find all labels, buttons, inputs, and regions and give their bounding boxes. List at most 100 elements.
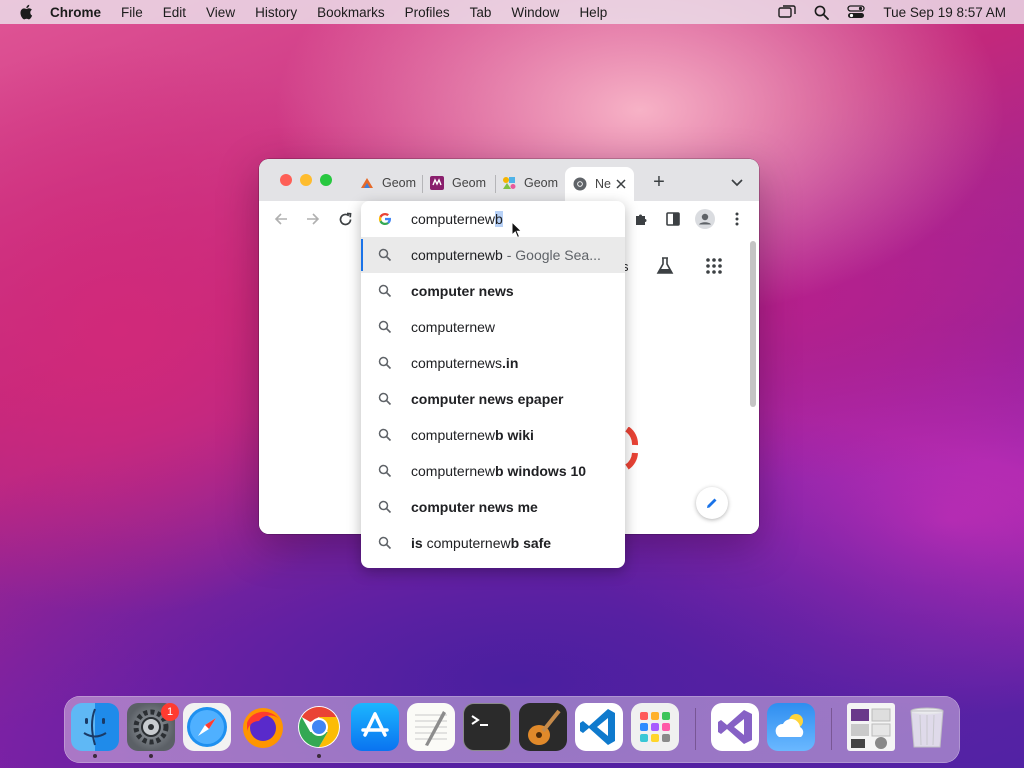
side-panel-button[interactable]: [659, 201, 687, 237]
suggestion-item[interactable]: computernewb wiki: [361, 417, 625, 453]
spotlight-search-icon[interactable]: [814, 5, 830, 20]
menu-file[interactable]: File: [121, 5, 143, 20]
suggestion-bold-prefix: is: [411, 535, 427, 551]
suggestion-item[interactable]: computer news epaper: [361, 381, 625, 417]
app-grid-icon: [640, 712, 670, 742]
profile-avatar-icon: [695, 209, 715, 229]
dock-garageband-icon[interactable]: [519, 703, 567, 751]
suggestion-item[interactable]: computernewb windows 10: [361, 453, 625, 489]
side-panel-icon: [666, 212, 680, 226]
dock-divider: [695, 708, 696, 750]
suggestion-item[interactable]: computernews.in: [361, 345, 625, 381]
pencil-icon: [707, 498, 717, 508]
dock-textedit-icon[interactable]: [407, 703, 455, 751]
close-window-button[interactable]: [280, 174, 292, 186]
suggestion-item[interactable]: is computernewb safe: [361, 525, 625, 561]
guitar-icon: [528, 709, 561, 745]
suggestion-bold-text: b wiki: [495, 427, 534, 443]
reload-button[interactable]: [331, 201, 359, 237]
omnibox-autocomplete-selection: b: [495, 211, 503, 227]
menu-profiles[interactable]: Profiles: [405, 5, 450, 20]
arrow-forward-icon: [307, 213, 320, 225]
omnibox-typed-text: computernew: [411, 211, 496, 227]
back-button[interactable]: [267, 201, 295, 237]
menu-window[interactable]: Window: [511, 5, 559, 20]
dock-downloads-stack-icon[interactable]: [847, 703, 895, 751]
apple-menu-icon[interactable]: [18, 3, 36, 21]
zoom-window-button[interactable]: [320, 174, 332, 186]
app-store-a-icon: [361, 712, 389, 737]
chrome-logo-icon: [298, 706, 340, 748]
search-icon: [378, 464, 392, 478]
tab-label: Geom: [452, 176, 487, 190]
dock-chrome-icon[interactable]: [295, 703, 343, 751]
screen-mirroring-icon[interactable]: [778, 5, 797, 19]
suggestion-text: computer news me: [411, 499, 538, 515]
suggestion-item[interactable]: computernewb - Google Sea...: [361, 237, 625, 273]
suggestion-item[interactable]: computernew: [361, 309, 625, 345]
menu-history[interactable]: History: [255, 5, 297, 20]
search-icon: [378, 248, 392, 262]
dock-terminal-icon[interactable]: [463, 703, 511, 751]
customize-page-button[interactable]: [696, 487, 728, 519]
control-center-icon[interactable]: [847, 5, 866, 19]
tab-search-chevron-icon[interactable]: [731, 179, 743, 187]
menu-tab[interactable]: Tab: [470, 5, 492, 20]
menu-clock[interactable]: Tue Sep 19 8:57 AM: [883, 5, 1006, 20]
puzzle-piece-icon: [635, 214, 646, 225]
document-pen-icon: [415, 711, 447, 746]
menu-bookmarks[interactable]: Bookmarks: [317, 5, 385, 20]
search-icon: [378, 284, 392, 298]
tab-strip: Geom Geom Geom Ne +: [259, 159, 759, 201]
dock-trash-icon[interactable]: [903, 703, 951, 751]
dock-vscode-icon[interactable]: [575, 703, 623, 751]
suggestion-text: computernewb: [411, 247, 503, 263]
page-scrollbar[interactable]: [750, 241, 756, 407]
tab-geom-3[interactable]: Geom: [502, 168, 562, 198]
search-icon: [378, 356, 392, 370]
menu-view[interactable]: View: [206, 5, 235, 20]
dock-launchpad-icon[interactable]: [631, 703, 679, 751]
suggestion-text: computernew: [411, 319, 496, 335]
folder-stack-icon: [851, 708, 891, 749]
search-icon: [378, 428, 392, 442]
minimize-window-button[interactable]: [300, 174, 312, 186]
suggestion-item[interactable]: computer news: [361, 273, 625, 309]
forward-button[interactable]: [299, 201, 327, 237]
menu-app-name[interactable]: Chrome: [50, 5, 101, 20]
geogebra-icon: [361, 178, 373, 188]
suggestion-bold-text: b safe: [510, 535, 552, 551]
tab-label: Ne: [595, 177, 611, 191]
dock-app-store-icon[interactable]: [351, 703, 399, 751]
suggestion-text: computernew: [411, 427, 496, 443]
menu-help[interactable]: Help: [579, 5, 607, 20]
address-bar-input[interactable]: computernewb: [361, 201, 625, 237]
suggestion-item[interactable]: computer news me: [361, 489, 625, 525]
running-indicator: [93, 754, 97, 758]
profile-button[interactable]: [691, 201, 719, 237]
extensions-button[interactable]: [627, 201, 655, 237]
terminal-prompt-icon: [471, 715, 488, 726]
dock-weather-icon[interactable]: [767, 703, 815, 751]
tab-label: Geom: [524, 176, 559, 190]
menu-bar: Chrome File Edit View History Bookmarks …: [0, 0, 1024, 24]
dock-firefox-icon[interactable]: [239, 703, 287, 751]
dock-visual-studio-icon[interactable]: [711, 703, 759, 751]
search-icon: [378, 500, 392, 514]
dock-finder-icon[interactable]: [71, 703, 119, 751]
labs-flask-icon[interactable]: [656, 257, 674, 275]
menu-edit[interactable]: Edit: [163, 5, 186, 20]
tab-close-icon[interactable]: [616, 179, 626, 189]
notification-badge: 1: [161, 703, 179, 721]
chrome-menu-button[interactable]: [723, 201, 751, 237]
omnibox-dropdown: computernewb computernewb - Google Sea..…: [361, 201, 625, 568]
compass-icon: [187, 707, 227, 747]
tab-geom-1[interactable]: Geom: [360, 168, 420, 198]
suggestion-text: computernew: [411, 463, 496, 479]
new-tab-button[interactable]: +: [648, 171, 670, 193]
dock-safari-icon[interactable]: [183, 703, 231, 751]
tab-geom-2[interactable]: Geom: [430, 168, 492, 198]
tab-new-tab-active[interactable]: Ne: [565, 167, 634, 201]
tab-label: Geom: [382, 176, 417, 190]
google-apps-icon[interactable]: [706, 258, 722, 274]
